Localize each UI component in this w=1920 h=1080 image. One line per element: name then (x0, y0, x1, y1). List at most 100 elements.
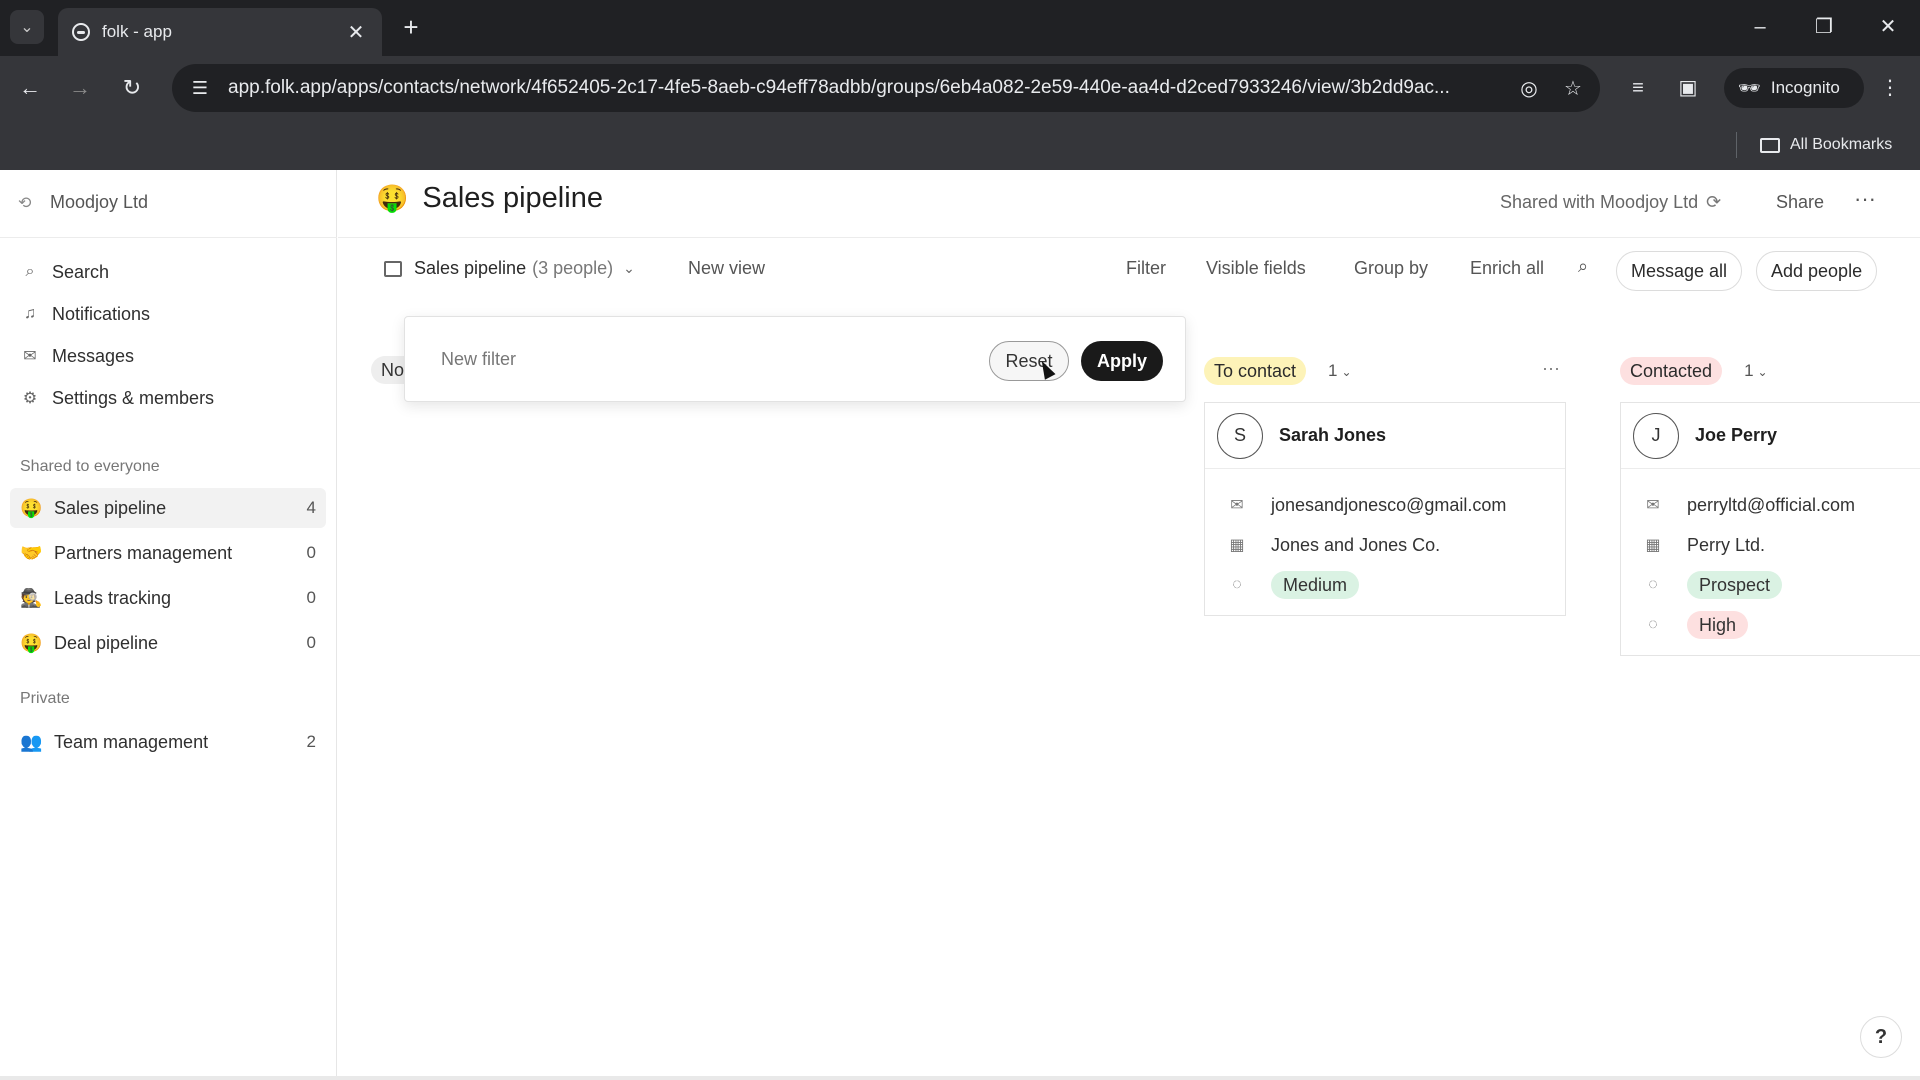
column-count[interactable]: 1 ⌄ (1744, 361, 1768, 381)
private-section-heading: Private (20, 690, 70, 707)
site-info-icon[interactable]: ☰ (186, 78, 214, 99)
new-filter-button[interactable]: New filter (441, 349, 516, 370)
media-controls-icon[interactable]: ≡ (1622, 72, 1654, 104)
url-text[interactable]: app.folk.app/apps/contacts/network/4f652… (228, 77, 1512, 99)
side-panel-icon[interactable]: ▣ (1672, 72, 1704, 104)
add-people-button[interactable]: Add people (1756, 251, 1878, 291)
bottom-scrollbar[interactable] (0, 1076, 1920, 1080)
card-body: ✉ jonesandjonesco@gmail.com ▦ Jones and … (1205, 469, 1565, 615)
incognito-indicator[interactable]: 🕶 Incognito (1724, 68, 1864, 108)
tab-strip: ⌄ folk - app ✕ + – ❐ ✕ (0, 0, 1920, 56)
minimize-icon[interactable]: – (1740, 12, 1780, 42)
incognito-icon: 🕶 (1738, 77, 1761, 98)
folder-icon (1760, 137, 1780, 153)
sidebar-group-team-management[interactable]: 👥 Team management 2 (10, 722, 326, 762)
sidebar-group-label: Sales pipeline (54, 497, 167, 518)
sidebar-group-count: 4 (306, 498, 316, 517)
company-field[interactable]: ▦ Jones and Jones Co. (1205, 525, 1565, 565)
contact-card-sarah-jones[interactable]: S Sarah Jones ✉ jonesandjonesco@gmail.co… (1204, 402, 1566, 616)
sidebar-group-deal-pipeline[interactable]: 🤑 Deal pipeline 0 (10, 623, 326, 663)
enrich-all-button[interactable]: Enrich all (1470, 258, 1544, 279)
workspace-switcher[interactable]: ⟲ Moodjoy Ltd (18, 192, 148, 213)
new-view-button[interactable]: New view (688, 258, 765, 279)
sidebar-group-count: 0 (306, 543, 316, 562)
building-icon: ▦ (1645, 537, 1661, 554)
eye-off-icon[interactable]: ◎ (1512, 76, 1546, 101)
sidebar: ⟲ Moodjoy Ltd ⌕ Search ♫ Notifications ✉… (0, 170, 337, 1080)
sidebar-item-settings[interactable]: ⚙ Settings & members (10, 378, 326, 418)
close-window-icon[interactable]: ✕ (1868, 12, 1908, 42)
sidebar-group-partners-management[interactable]: 🤝 Partners management 0 (10, 533, 326, 573)
filter-button[interactable]: Filter (1126, 258, 1166, 279)
sidebar-item-notifications[interactable]: ♫ Notifications (10, 294, 326, 334)
sidebar-item-label: Notifications (52, 303, 151, 324)
company-field[interactable]: ▦ Perry Ltd. (1621, 525, 1920, 565)
all-bookmarks-button[interactable]: All Bookmarks (1760, 130, 1892, 160)
sidebar-group-leads-tracking[interactable]: 🕵️ Leads tracking 0 (10, 578, 326, 618)
priority-field[interactable]: ◌ High (1621, 605, 1920, 645)
share-button[interactable]: Share (1776, 192, 1824, 213)
column-count[interactable]: 1 ⌄ (1328, 361, 1352, 381)
view-name: Sales pipeline (414, 258, 527, 278)
board-view-icon (384, 260, 402, 277)
back-icon[interactable]: ← (14, 72, 46, 104)
shared-with-indicator[interactable]: Shared with Moodjoy Ltd ⟳ (1500, 192, 1721, 213)
workspace-icon: ⟲ (18, 194, 32, 212)
page-title: 🤑 Sales pipeline (376, 182, 603, 215)
apply-button[interactable]: Apply (1081, 341, 1163, 381)
building-icon: ▦ (1229, 537, 1245, 554)
more-options-button[interactable]: ··· (1854, 186, 1876, 212)
email-field[interactable]: ✉ jonesandjonesco@gmail.com (1205, 485, 1565, 525)
new-tab-button[interactable]: + (396, 12, 426, 42)
detective-icon: 🕵️ (20, 587, 43, 608)
search-icon[interactable]: ⌕ (1578, 256, 1588, 277)
mail-icon: ✉ (23, 348, 37, 365)
incognito-label: Incognito (1770, 78, 1840, 97)
message-all-button[interactable]: Message all (1616, 251, 1743, 291)
sidebar-item-label: Search (52, 261, 110, 282)
sidebar-group-sales-pipeline[interactable]: 🤑 Sales pipeline 4 (10, 488, 326, 528)
sidebar-group-label: Partners management (54, 542, 233, 563)
search-icon: ⌕ (25, 263, 35, 280)
group-by-button[interactable]: Group by (1354, 258, 1428, 279)
column-more-button[interactable]: ··· (1542, 358, 1560, 379)
contact-name[interactable]: Sarah Jones (1279, 425, 1386, 446)
reload-icon[interactable]: ↻ (116, 72, 148, 104)
sidebar-item-search[interactable]: ⌕ Search (10, 252, 326, 292)
bookmarks-separator (1736, 132, 1737, 158)
stage-field[interactable]: ◌ Prospect (1621, 565, 1920, 605)
status-pill[interactable]: Contacted (1620, 357, 1723, 385)
sidebar-group-count: 2 (306, 732, 316, 751)
star-icon[interactable]: ☆ (1556, 76, 1590, 101)
card-header: S Sarah Jones (1205, 403, 1565, 469)
sidebar-group-label: Team management (54, 731, 209, 752)
visible-fields-button[interactable]: Visible fields (1206, 258, 1306, 279)
browser-menu-icon[interactable]: ⋮ (1874, 72, 1906, 104)
restore-icon[interactable]: ❐ (1804, 12, 1844, 42)
contact-card-joe-perry[interactable]: J Joe Perry ✉ perryltd@official.com ▦ Pe… (1620, 402, 1920, 656)
mail-icon: ✉ (1646, 497, 1660, 514)
tag-medium: Medium (1271, 571, 1360, 599)
browser-tab[interactable]: folk - app ✕ (58, 8, 382, 56)
contact-name[interactable]: Joe Perry (1695, 425, 1777, 446)
status-pill[interactable]: To contact (1204, 357, 1307, 385)
handshake-icon: 🤝 (20, 542, 43, 563)
help-button[interactable]: ? (1860, 1016, 1902, 1058)
gear-icon: ⚙ (22, 390, 38, 407)
reset-button[interactable]: Reset (989, 341, 1069, 381)
money-face-icon: 🤑 (20, 497, 43, 518)
avatar: S (1217, 412, 1263, 459)
bell-icon: ♫ (24, 305, 36, 322)
view-selector[interactable]: Sales pipeline (3 people) ⌄ (384, 258, 635, 279)
forward-icon[interactable]: → (64, 72, 96, 104)
sidebar-item-messages[interactable]: ✉ Messages (10, 336, 326, 376)
address-bar[interactable]: ☰ app.folk.app/apps/contacts/network/4f6… (172, 64, 1600, 112)
page-title-text[interactable]: Sales pipeline (422, 182, 603, 215)
folk-app: ⟲ Moodjoy Ltd ⌕ Search ♫ Notifications ✉… (0, 170, 1920, 1080)
money-face-icon: 🤑 (376, 183, 409, 213)
email-field[interactable]: ✉ perryltd@official.com (1621, 485, 1920, 525)
close-tab-icon[interactable]: ✕ (344, 20, 368, 45)
tab-search-button[interactable]: ⌄ (10, 10, 44, 44)
priority-field[interactable]: ◌ Medium (1205, 565, 1565, 605)
sidebar-divider (0, 237, 337, 238)
